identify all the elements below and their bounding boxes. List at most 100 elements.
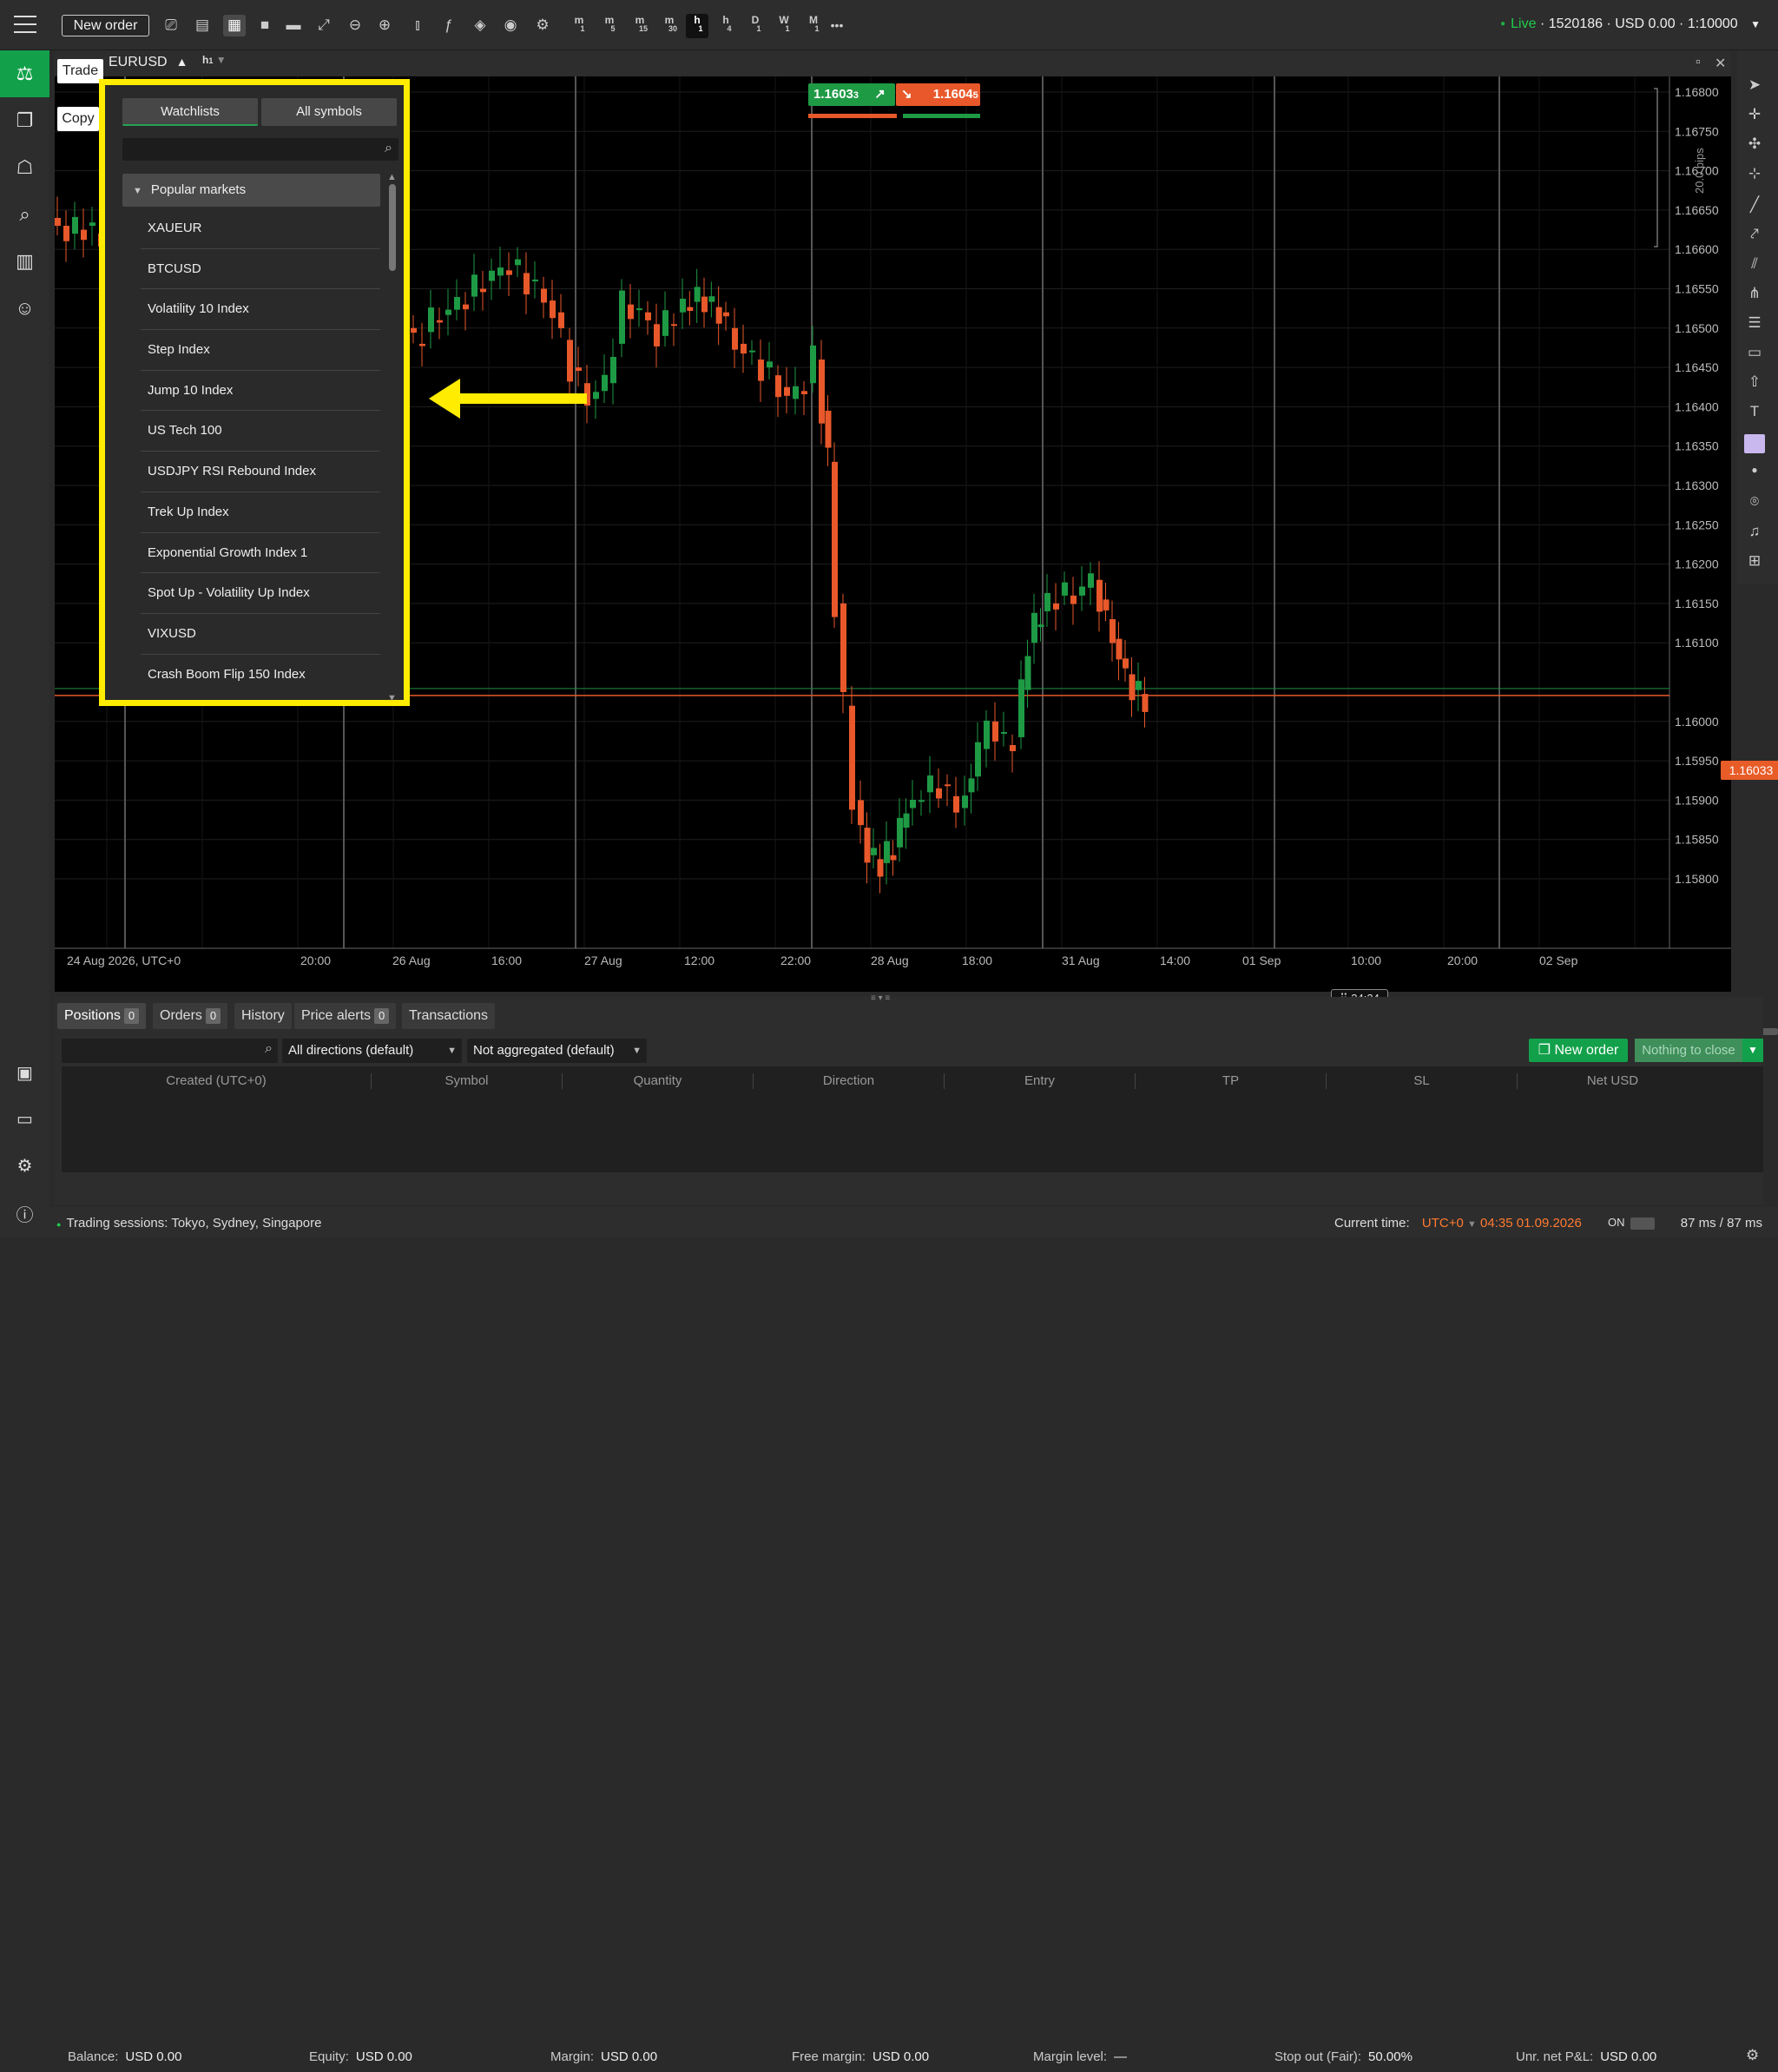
settings-icon[interactable]: ⚙ — [0, 1155, 49, 1177]
chart-timeframe[interactable]: h1 ▼ — [202, 54, 227, 66]
direction-filter-select[interactable]: All directions (default) ▼ — [282, 1039, 462, 1063]
nav-community-icon[interactable]: ☺ — [0, 285, 49, 332]
account-selector[interactable]: ● Live · 1520186 · USD 0.00 · 1:10000 ▼ — [1500, 16, 1761, 32]
channel-icon[interactable]: ⫽ — [1737, 255, 1772, 273]
nav-trade-icon[interactable]: ⚖ — [0, 50, 49, 97]
tab-price-alerts[interactable]: Price alerts 0 — [294, 1003, 397, 1029]
copy-button[interactable]: Copy — [57, 107, 99, 131]
chart-tools-icon[interactable]: ⚙ — [531, 15, 554, 36]
scroll-down-icon[interactable]: ▼ — [387, 693, 397, 703]
scroll-up-icon[interactable]: ▲ — [387, 172, 397, 182]
layout-full-icon[interactable]: ■ — [254, 15, 276, 36]
trade-button[interactable]: Trade — [57, 59, 103, 83]
column-header[interactable]: Net USD — [1518, 1073, 1708, 1088]
trading-sessions[interactable]: ● Trading sessions: Tokyo, Sydney, Singap… — [56, 1216, 322, 1231]
timeframe-h4[interactable]: h4 — [714, 14, 737, 38]
nothing-to-close-button[interactable]: Nothing to close — [1635, 1039, 1742, 1062]
column-header[interactable]: SL — [1327, 1073, 1517, 1088]
list-item[interactable]: Trek Up Index — [141, 492, 380, 533]
text-icon[interactable]: T — [1737, 403, 1772, 420]
candle-type-icon[interactable]: ⫾ — [406, 15, 429, 36]
line-width-icon[interactable]: ● — [1737, 464, 1772, 476]
resize-handle-icon[interactable]: ≡ ▾ ≡ — [871, 993, 890, 1003]
nav-layout-icon[interactable]: ▥ — [0, 238, 49, 285]
aggregation-filter-select[interactable]: Not aggregated (default) ▼ — [467, 1039, 647, 1063]
nav-cashier-icon[interactable]: ▣ — [0, 1062, 49, 1084]
tab-transactions[interactable]: Transactions — [402, 1003, 495, 1029]
tab-all-symbols[interactable]: All symbols — [261, 98, 397, 126]
ruler-icon[interactable]: ✣ — [1737, 135, 1772, 153]
timeframe-d1[interactable]: D1 — [744, 14, 767, 38]
layout-single-icon[interactable]: ▤ — [191, 15, 214, 36]
list-item[interactable]: Exponential Growth Index 1 — [141, 533, 380, 574]
nav-copy-icon[interactable]: ❐ — [0, 97, 49, 144]
watchlist-scrollbar[interactable]: ▲ ▼ — [387, 172, 397, 703]
alert-bell-icon[interactable]: ♫ — [1737, 523, 1772, 540]
tab-history[interactable]: History — [234, 1003, 292, 1029]
zoom-in-icon[interactable]: ⊕ — [373, 15, 396, 36]
list-item[interactable]: Volatility 10 Index — [141, 289, 380, 331]
chart-mode-icon[interactable]: ⎚ — [160, 15, 182, 36]
column-header[interactable]: Quantity — [563, 1073, 753, 1088]
timeframe-h1[interactable]: h1 — [686, 14, 708, 38]
timeframe-m1[interactable]: m1 — [568, 14, 590, 38]
trendline-icon[interactable]: ╱ — [1737, 196, 1772, 214]
list-item[interactable]: Spot Up - Volatility Up Index — [141, 573, 380, 614]
watchlist-group-header[interactable]: ▼ Popular markets — [122, 174, 380, 207]
eye-icon[interactable]: ◉ — [499, 15, 522, 36]
column-header[interactable]: TP — [1136, 1073, 1326, 1088]
menu-icon[interactable] — [14, 16, 36, 33]
crosshair-icon[interactable]: ✛ — [1737, 106, 1772, 123]
chart-settings-icon[interactable]: ⤢ — [313, 15, 335, 36]
timeframe-m30[interactable]: m 30 — [658, 14, 681, 38]
list-item[interactable]: US Tech 100 — [141, 411, 380, 452]
tab-positions[interactable]: Positions 0 — [57, 1003, 147, 1029]
settings-icon[interactable]: ⚙ — [1746, 2047, 1759, 2064]
list-item[interactable]: XAUEUR — [141, 208, 380, 249]
more-timeframes-button[interactable]: ••• — [826, 15, 848, 36]
bid-price-button[interactable]: 1.16033 ↗ — [808, 83, 895, 106]
column-header[interactable]: Created (UTC+0) — [62, 1073, 371, 1088]
new-order-button[interactable]: New order — [62, 15, 149, 36]
sync-toggle[interactable]: ON — [1608, 1216, 1655, 1230]
maximize-icon[interactable]: ▫ — [1696, 55, 1701, 70]
close-icon[interactable]: ✕ — [1715, 55, 1726, 72]
shape-icon[interactable]: ⇧ — [1737, 373, 1772, 391]
nav-wallet-icon[interactable]: ▭ — [0, 1108, 49, 1130]
nav-analyze-icon[interactable]: ⌕ — [0, 191, 49, 238]
positions-search-input[interactable]: ⌕ — [62, 1039, 278, 1063]
column-header[interactable]: Direction — [754, 1073, 944, 1088]
close-options-dropdown[interactable]: ▼ — [1742, 1039, 1763, 1062]
timeframe-m15[interactable]: m 15 — [629, 14, 651, 38]
new-order-button-bottom[interactable]: ❐ New order — [1529, 1039, 1628, 1062]
list-item[interactable]: Step Index — [141, 330, 380, 371]
tab-orders[interactable]: Orders 0 — [153, 1003, 228, 1029]
column-header[interactable]: Entry — [945, 1073, 1135, 1088]
list-item[interactable]: USDJPY RSI Rebound Index — [141, 452, 380, 492]
layout-grid-icon[interactable]: ▦ — [223, 15, 246, 36]
ray-icon[interactable]: ⤤ — [1737, 226, 1772, 243]
zoom-out-icon[interactable]: ⊖ — [344, 15, 366, 36]
rectangle-icon[interactable]: ▭ — [1737, 344, 1772, 361]
timeframe-mn1[interactable]: M1 — [802, 14, 825, 38]
layout-split-icon[interactable]: ▬ — [282, 15, 305, 36]
ask-price-button[interactable]: ↘ 1.16045 — [896, 83, 980, 106]
layers-icon[interactable]: ◈ — [469, 15, 491, 36]
timeframe-w1[interactable]: W1 — [773, 14, 795, 38]
help-icon[interactable]: ⓘ — [0, 1201, 49, 1226]
list-item[interactable]: VIXUSD — [141, 614, 380, 655]
list-item[interactable]: BTCUSD — [141, 249, 380, 290]
fibonacci-icon[interactable]: ☰ — [1737, 314, 1772, 332]
pitchfork-icon[interactable]: ⋔ — [1737, 285, 1772, 302]
cursor-icon[interactable]: ➤ — [1737, 76, 1772, 94]
timeframe-m5[interactable]: m5 — [598, 14, 621, 38]
chart-symbol[interactable]: EURUSD ▲ — [109, 55, 188, 70]
color-picker[interactable] — [1737, 434, 1772, 458]
column-header[interactable]: Symbol — [372, 1073, 562, 1088]
nav-automate-icon[interactable]: ☖ — [0, 144, 49, 191]
measure-icon[interactable]: ⊹ — [1737, 165, 1772, 182]
watchlist-search-input[interactable]: ⌕ — [122, 138, 398, 161]
add-alert-icon[interactable]: ⊞ — [1737, 552, 1772, 570]
list-item[interactable]: Crash Boom Flip 150 Index — [141, 655, 380, 696]
tab-watchlists[interactable]: Watchlists — [122, 98, 258, 126]
